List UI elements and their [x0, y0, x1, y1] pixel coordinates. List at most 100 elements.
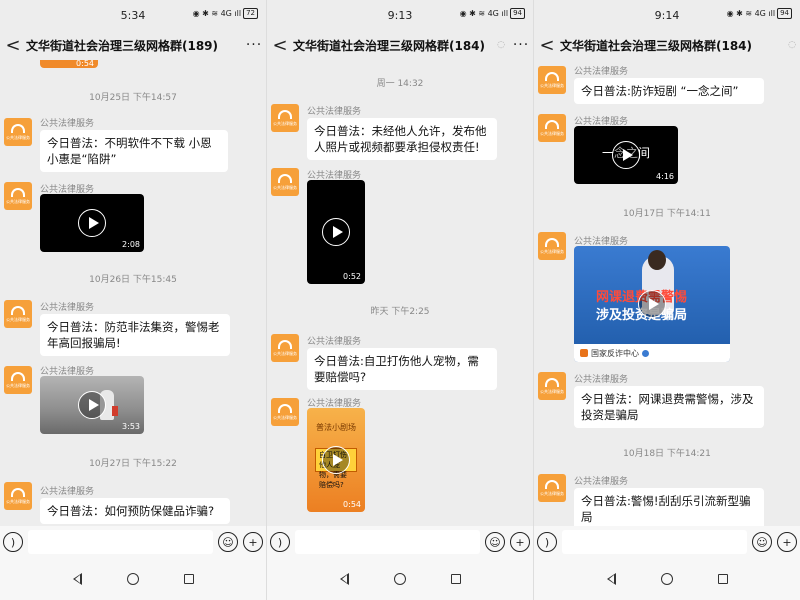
timestamp: 10月17日 下午14:11 [623, 209, 711, 219]
play-icon[interactable] [612, 141, 640, 169]
input-bar: ) ☺ + [267, 526, 533, 558]
nav-back-icon[interactable] [339, 573, 349, 585]
logo-icon [545, 119, 559, 129]
avatar-label: 公共法律服务 [273, 184, 297, 190]
avatar[interactable]: 公共法律服务 [4, 118, 32, 146]
chat-title: 文华街道社会治理三级网格群(184) [560, 38, 753, 53]
avatar-label: 公共法律服务 [6, 382, 30, 388]
voice-icon[interactable]: ) [270, 532, 290, 552]
back-button[interactable]: < [267, 35, 293, 56]
timestamp: 10月25日 下午14:57 [89, 93, 177, 103]
video-message[interactable]: 普法小剧场 自卫打伤他人宠物，需要赔偿吗? 0:54 [307, 408, 365, 512]
play-icon[interactable] [78, 391, 106, 419]
text-message[interactable]: 今日普法：如何预防保健品诈骗? [40, 498, 230, 524]
text-message[interactable]: 今日普法:自卫打伤他人宠物，需要赔偿吗? [307, 348, 497, 390]
video-person-head [648, 250, 666, 270]
sender-name: 公共法律服务 [40, 487, 95, 497]
avatar[interactable]: 公共法律服务 [538, 114, 566, 142]
avatar[interactable]: 公共法律服务 [271, 168, 299, 196]
nav-recent-icon[interactable] [717, 574, 728, 584]
logo-icon [278, 403, 292, 413]
avatar[interactable]: 公共法律服务 [538, 372, 566, 400]
nav-recent-icon[interactable] [450, 574, 461, 584]
chat-header: < 文华街道社会治理三级网格群(184) ◌ [534, 30, 800, 60]
text-message[interactable]: 今日普法:防诈短剧 “一念之间” [574, 78, 764, 104]
nav-recent-icon[interactable] [183, 574, 194, 584]
emoji-icon[interactable]: ☺ [752, 532, 772, 552]
more-button[interactable]: ··· [242, 37, 266, 53]
avatar[interactable]: 公共法律服务 [4, 482, 32, 510]
plus-icon[interactable]: + [243, 532, 263, 552]
avatar-label: 公共法律服务 [6, 134, 30, 140]
avatar-label: 公共法律服务 [540, 388, 564, 394]
emoji-icon[interactable]: ☺ [485, 532, 505, 552]
nav-back-icon[interactable] [72, 573, 82, 585]
status-bar: 9:13 ◉ ✱ ≋ 4G ıll 94 [267, 0, 533, 30]
emoji-icon[interactable]: ☺ [218, 532, 238, 552]
avatar[interactable]: 公共法律服务 [271, 398, 299, 426]
avatar[interactable]: 公共法律服务 [4, 182, 32, 210]
message-input[interactable] [28, 530, 213, 554]
signal-icons: ◉ ✱ ≋ 4G ıll [726, 9, 776, 18]
sender-name: 公共法律服务 [40, 303, 95, 313]
text-message[interactable]: 今日普法：不明软件不下载 小恩小惠是“陷阱” [40, 130, 228, 172]
plus-icon[interactable]: + [510, 532, 530, 552]
avatar[interactable]: 公共法律服务 [4, 366, 32, 394]
status-bar: 9:14 ◉ ✱ ≋ 4G ıll 94 [534, 0, 800, 30]
timestamp: 10月26日 下午15:45 [89, 275, 177, 285]
voice-icon[interactable]: ) [537, 532, 557, 552]
battery-icon: 94 [777, 8, 792, 19]
timestamp: 周一 14:32 [376, 79, 424, 89]
video-message[interactable]: 一念之间 4:16 [574, 126, 678, 184]
nav-home-icon[interactable] [393, 573, 406, 585]
system-nav [0, 558, 266, 600]
message-input[interactable] [562, 530, 747, 554]
avatar-label: 公共法律服务 [540, 82, 564, 88]
voice-icon[interactable]: ) [3, 532, 23, 552]
play-icon[interactable] [322, 446, 350, 474]
message-list[interactable]: 公共法律服务 公共法律服务 今日普法:防诈短剧 “一念之间” 公共法律服务 公共… [534, 60, 800, 526]
video-message[interactable]: 2:08 [40, 194, 144, 252]
nav-home-icon[interactable] [660, 573, 673, 585]
text-message[interactable]: 今日普法：未经他人允许，发布他人照片或视频都要承担侵权责任! [307, 118, 497, 160]
more-button[interactable]: ··· [509, 37, 533, 53]
timestamp: 昨天 下午2:25 [370, 307, 430, 317]
play-icon[interactable] [78, 209, 106, 237]
back-button[interactable]: < [0, 35, 26, 56]
avatar[interactable]: 公共法律服务 [271, 104, 299, 132]
video-duration: 0:52 [343, 272, 361, 281]
text-message[interactable]: 今日普法：网课退费需警惕，涉及投资是骗局 [574, 386, 764, 428]
play-icon[interactable] [322, 218, 350, 246]
logo-icon [11, 371, 25, 381]
message-input[interactable] [295, 530, 480, 554]
plus-icon[interactable]: + [777, 532, 797, 552]
avatar[interactable]: 公共法律服务 [538, 474, 566, 502]
back-button[interactable]: < [534, 35, 560, 56]
verified-icon [642, 349, 649, 357]
avatar-label: 公共法律服务 [540, 490, 564, 496]
status-icons: ◉ ✱ ≋ 4G ıll 72 [193, 8, 258, 19]
text-message[interactable]: 今日普法：防范非法集资，警惕老年高回报骗局! [40, 314, 230, 356]
input-bar: ) ☺ + [534, 526, 800, 558]
logo-icon [278, 109, 292, 119]
video-message[interactable]: 3:53 [40, 376, 144, 434]
sender-name: 公共法律服务 [574, 375, 629, 385]
nav-back-icon[interactable] [606, 573, 616, 585]
avatar[interactable]: 公共法律服务 [4, 300, 32, 328]
message-list[interactable]: 周一 14:32 公共法律服务 公共法律服务 今日普法：未经他人允许，发布他人照… [267, 60, 533, 526]
input-bar: ) ☺ + [0, 526, 266, 558]
video-message[interactable]: 0:54 [40, 60, 98, 68]
mute-icon: ◌ [497, 40, 505, 50]
play-icon[interactable] [638, 290, 666, 318]
nav-home-icon[interactable] [126, 573, 139, 585]
video-message[interactable]: 网课退费需警惕 涉及投资是骗局 国家反诈中心 [574, 246, 730, 362]
avatar[interactable]: 公共法律服务 [538, 232, 566, 260]
video-message[interactable]: 0:52 [307, 180, 365, 284]
signal-icons: ◉ ✱ ≋ 4G ıll [192, 9, 242, 18]
text-message[interactable]: 今日普法:警惕!刮刮乐引流新型骗局 [574, 488, 764, 526]
message-list[interactable]: 0:54 10月25日 下午14:57 公共法律服务 公共法律服务 今日普法：不… [0, 60, 266, 526]
avatar[interactable]: 公共法律服务 [271, 334, 299, 362]
logo-icon [545, 71, 559, 81]
avatar[interactable]: 公共法律服务 [538, 66, 566, 94]
avatar-label: 公共法律服务 [273, 350, 297, 356]
